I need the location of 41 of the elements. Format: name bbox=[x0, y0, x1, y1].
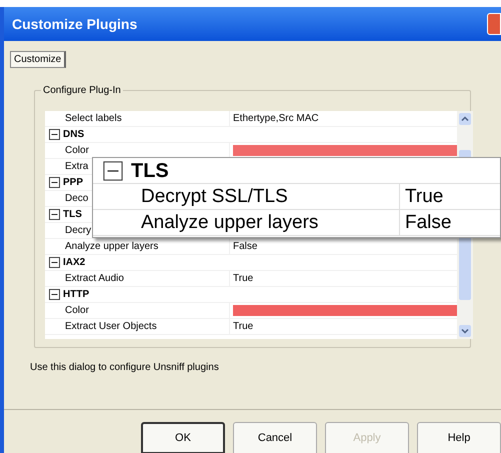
description-text: Use this dialog to configure Unsniff plugins bbox=[30, 361, 220, 375]
color-swatch[interactable] bbox=[233, 305, 457, 316]
dialog-button[interactable]: Cancel bbox=[233, 422, 317, 453]
category-label: PPP bbox=[63, 178, 84, 188]
dialog-button[interactable]: Help bbox=[417, 422, 501, 453]
property-name: Color bbox=[65, 145, 89, 156]
property-value[interactable]: True bbox=[233, 271, 254, 286]
property-value[interactable]: False bbox=[233, 239, 258, 254]
collapse-icon[interactable] bbox=[49, 257, 60, 268]
property-name: Extra bbox=[65, 161, 88, 172]
property-name: Extract User Objects bbox=[65, 321, 157, 332]
property-value[interactable]: True bbox=[233, 319, 254, 334]
scroll-up-icon[interactable] bbox=[459, 113, 471, 125]
property-name: Extract Audio bbox=[65, 273, 124, 284]
window-title: Customize Plugins bbox=[12, 14, 138, 34]
collapse-icon[interactable] bbox=[103, 160, 123, 180]
color-swatch[interactable] bbox=[233, 145, 457, 156]
tab[interactable]: Customize bbox=[10, 51, 66, 68]
group-title: Configure Plug-In bbox=[41, 83, 123, 98]
property-name: Color bbox=[65, 305, 89, 316]
category-label: TLS bbox=[131, 160, 169, 180]
property-value: True bbox=[405, 186, 444, 207]
category-label: IAX2 bbox=[63, 258, 86, 268]
property-value: False bbox=[405, 212, 452, 233]
property-name: Analyze upper layers bbox=[65, 241, 158, 252]
property-name: Analyze upper layers bbox=[141, 212, 318, 233]
property-value[interactable]: Ethertype,Src MAC bbox=[233, 111, 319, 126]
property-name: Decry bbox=[65, 225, 92, 236]
category-label: TLS bbox=[63, 210, 82, 220]
property-name: Deco bbox=[65, 193, 88, 204]
category-label: HTTP bbox=[63, 290, 90, 300]
scroll-down-icon[interactable] bbox=[459, 325, 471, 337]
close-button[interactable] bbox=[487, 13, 501, 35]
collapse-icon[interactable] bbox=[49, 289, 60, 300]
category-label: DNS bbox=[63, 130, 84, 140]
collapse-icon[interactable] bbox=[49, 209, 60, 220]
collapse-icon[interactable] bbox=[49, 177, 60, 188]
dialog-button[interactable]: OK bbox=[141, 422, 225, 453]
collapse-icon[interactable] bbox=[49, 129, 60, 140]
property-name: Decrypt SSL/TLS bbox=[141, 186, 288, 207]
property-name: Select labels bbox=[65, 113, 122, 124]
